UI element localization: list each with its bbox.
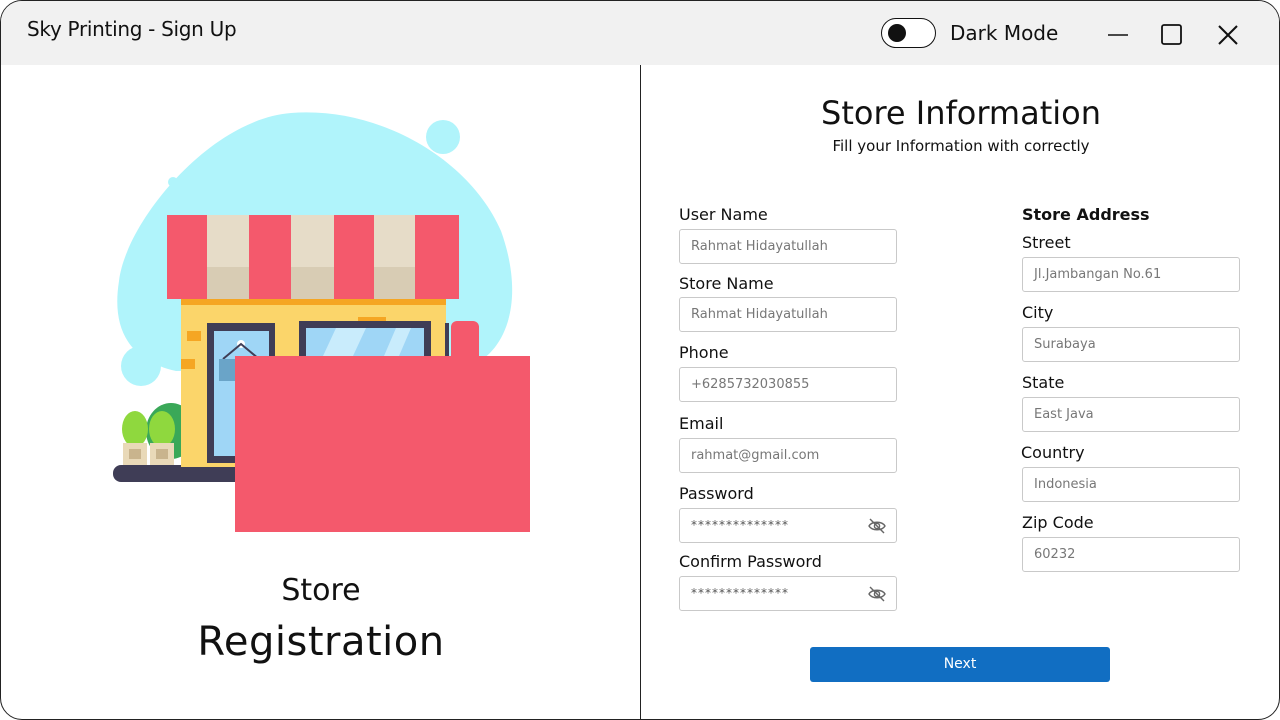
city-label: City (1022, 303, 1054, 322)
user-name-label: User Name (679, 205, 768, 224)
eye-slash-icon[interactable] (868, 586, 886, 602)
phone-label: Phone (679, 343, 729, 362)
store-front-illustration (101, 101, 541, 541)
street-input[interactable]: Jl.Jambangan No.61 (1022, 257, 1240, 292)
street-label: Street (1022, 233, 1071, 252)
caption-store: Store (281, 573, 361, 608)
close-icon (1218, 25, 1238, 45)
country-input[interactable]: Indonesia (1022, 467, 1240, 502)
password-input[interactable]: ************** (679, 508, 897, 543)
confirm-password-input[interactable]: ************** (679, 576, 897, 611)
state-label: State (1022, 373, 1065, 392)
app-window: Sky Printing - Sign Up Dark Mode Store R… (0, 0, 1280, 720)
phone-input[interactable]: +6285732030855 (679, 367, 897, 402)
maximize-icon (1161, 24, 1182, 45)
maximize-button[interactable] (1157, 19, 1187, 49)
caption-registration: Registration (197, 619, 445, 665)
panel-divider (640, 65, 641, 719)
form-subtitle: Fill your Information with correctly (832, 137, 1090, 155)
country-label: Country (1021, 443, 1085, 462)
user-name-input[interactable]: Rahmat Hidayatullah (679, 229, 897, 264)
password-value: ************** (691, 518, 789, 532)
dark-mode-label: Dark Mode (950, 21, 1059, 45)
zip-code-label: Zip Code (1022, 513, 1094, 532)
close-button[interactable] (1213, 19, 1243, 49)
next-button[interactable]: Next (810, 647, 1110, 682)
minimize-button[interactable] (1103, 19, 1133, 49)
eye-slash-icon[interactable] (868, 518, 886, 534)
form-title: Store Information (821, 94, 1101, 132)
title-bar: Sky Printing - Sign Up Dark Mode (1, 1, 1279, 65)
state-input[interactable]: East Java (1022, 397, 1240, 432)
minimize-icon (1108, 34, 1128, 36)
email-input[interactable]: rahmat@gmail.com (679, 438, 897, 473)
store-address-heading: Store Address (1022, 205, 1150, 224)
confirm-password-value: ************** (691, 586, 789, 600)
dark-mode-toggle[interactable] (881, 18, 936, 48)
password-label: Password (679, 484, 754, 503)
zip-code-input[interactable]: 60232 (1022, 537, 1240, 572)
confirm-password-label: Confirm Password (679, 552, 822, 571)
toggle-knob (888, 24, 906, 42)
window-title: Sky Printing - Sign Up (27, 17, 237, 41)
store-name-label: Store Name (679, 274, 774, 293)
city-input[interactable]: Surabaya (1022, 327, 1240, 362)
store-name-input[interactable]: Rahmat Hidayatullah (679, 297, 897, 332)
email-label: Email (679, 414, 724, 433)
